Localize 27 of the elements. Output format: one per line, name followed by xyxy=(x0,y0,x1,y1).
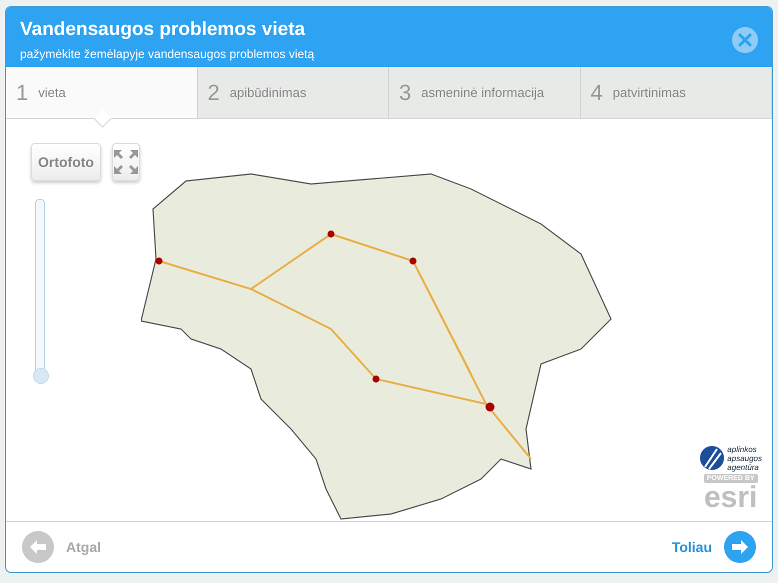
next-button[interactable]: Toliau xyxy=(672,530,756,563)
left-arrow-icon xyxy=(29,538,47,555)
esri-logo-text: esri xyxy=(704,482,758,513)
close-icon xyxy=(738,33,752,47)
step-number: 2 xyxy=(208,80,220,106)
step-label: asmeninė informacija xyxy=(421,85,544,100)
step-number: 3 xyxy=(399,80,412,106)
step-tab[interactable]: 2 apibūdinimas xyxy=(198,67,389,118)
step-number: 1 xyxy=(16,80,28,106)
step-label: apibūdinimas xyxy=(230,85,306,100)
step-number: 4 xyxy=(590,80,603,106)
step-tab[interactable]: 3 asmeninė informacija xyxy=(389,67,580,118)
ortofoto-button[interactable]: Ortofoto xyxy=(31,142,101,181)
dialog-subtitle: pažymėkite žemėlapyje vandensaugos problemos vietą xyxy=(20,47,314,61)
dialog-title: Vandensaugos problemos vieta xyxy=(20,19,306,41)
agency-logo-icon xyxy=(699,445,726,472)
close-button[interactable] xyxy=(732,27,758,53)
fullscreen-icon xyxy=(112,148,139,175)
agency-logo-text: aplinkos xyxy=(727,444,758,454)
slider-thumb[interactable] xyxy=(33,368,49,384)
step-label: patvirtinimas xyxy=(612,85,686,100)
step-label: vieta xyxy=(38,85,66,100)
agency-logo-text: agentūra xyxy=(727,462,759,472)
right-arrow-icon xyxy=(731,538,749,555)
agency-logo-text: apsaugos xyxy=(727,454,762,463)
step-tab[interactable]: 4 patvirtinimas xyxy=(580,67,772,118)
fullscreen-button[interactable] xyxy=(112,142,140,181)
